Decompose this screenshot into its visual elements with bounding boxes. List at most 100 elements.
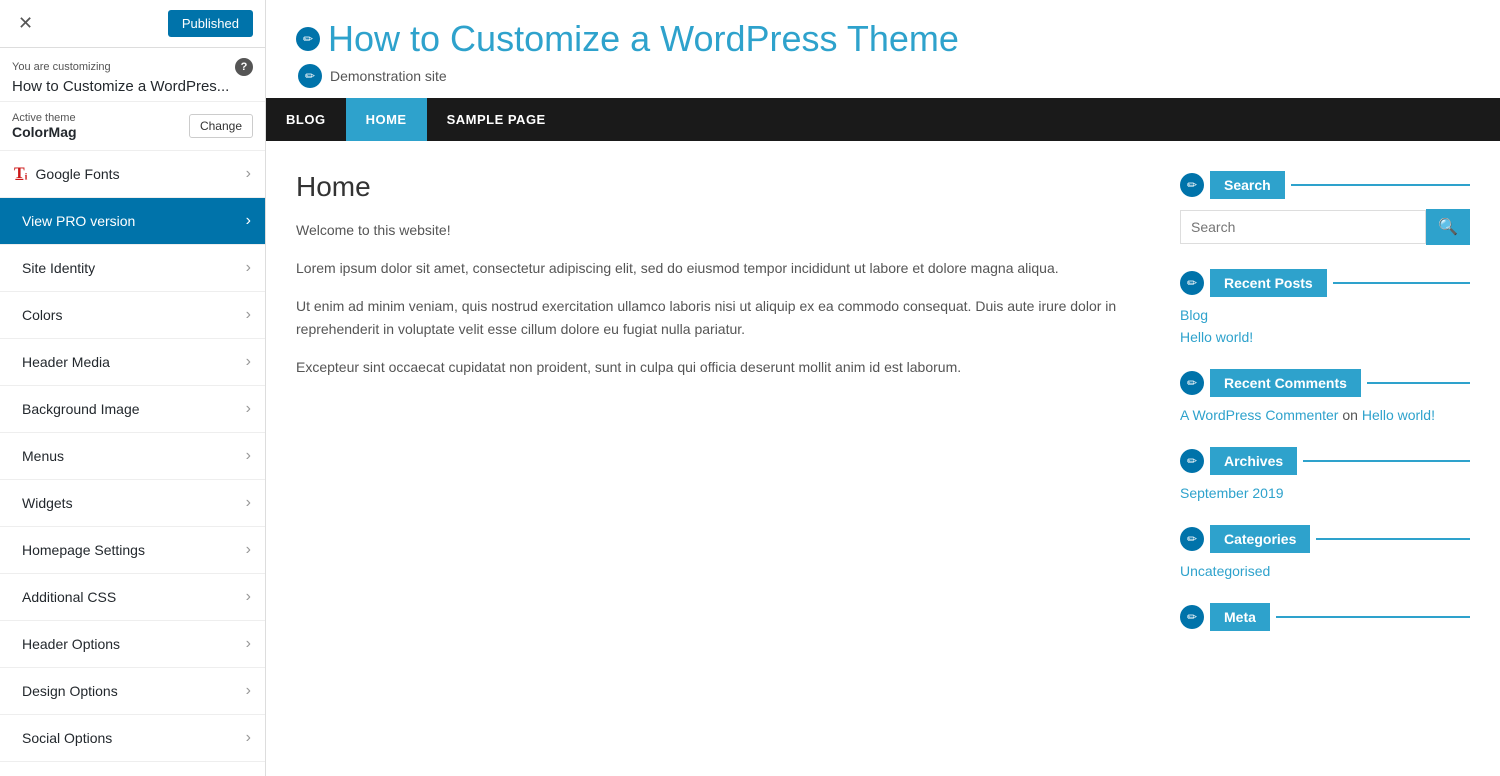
close-button[interactable]: ✕ (12, 11, 39, 36)
site-header: ✏ How to Customize a WordPress Theme ✏ D… (266, 0, 1500, 98)
search-widget-title-row: ✏ Search (1180, 171, 1470, 199)
on-text: on (1342, 407, 1361, 423)
customizer-sidebar: ✕ Published You are customizing ? How to… (0, 0, 266, 776)
sidebar-item-social-options[interactable]: Social Options› (0, 715, 265, 762)
comment-post-link[interactable]: Hello world! (1362, 407, 1435, 423)
nav-item-blog[interactable]: BLOG (266, 98, 346, 141)
chevron-right-icon: › (246, 494, 251, 512)
sidebar-item-label-design-options: Design Options (22, 683, 246, 699)
recent-posts-widget: ✏ Recent Posts Blog Hello world! (1180, 269, 1470, 345)
sidebar-item-label-homepage-settings: Homepage Settings (22, 542, 246, 558)
search-widget-edit-icon[interactable]: ✏ (1180, 173, 1204, 197)
tagline-edit-icon[interactable]: ✏ (298, 64, 322, 88)
archive-link[interactable]: September 2019 (1180, 485, 1470, 501)
active-theme-bar: Active theme ColorMag Change (0, 102, 265, 151)
archives-title: Archives (1210, 447, 1297, 475)
search-title-line (1291, 184, 1470, 186)
chevron-right-icon: › (246, 682, 251, 700)
archives-edit-icon[interactable]: ✏ (1180, 449, 1204, 473)
sidebar-item-colors[interactable]: Colors› (0, 292, 265, 339)
sidebar-item-label-background-image: Background Image (22, 401, 246, 417)
sidebar-item-header-options[interactable]: Header Options› (0, 621, 265, 668)
customizing-info: You are customizing ? How to Customize a… (0, 48, 265, 102)
sidebar-item-google-fonts[interactable]: T̲ᵢGoogle Fonts› (0, 151, 265, 198)
page-paragraphs: Welcome to this website! Lorem ipsum dolo… (296, 219, 1140, 380)
chevron-right-icon: › (246, 729, 251, 747)
site-name-display: How to Customize a WordPres... (12, 78, 253, 95)
search-widget-title: Search (1210, 171, 1285, 199)
sidebar-item-menus[interactable]: Menus› (0, 433, 265, 480)
sidebar-item-homepage-settings[interactable]: Homepage Settings› (0, 527, 265, 574)
categories-list: Uncategorised (1180, 563, 1470, 579)
sidebar-item-label-widgets: Widgets (22, 495, 246, 511)
recent-posts-title-row: ✏ Recent Posts (1180, 269, 1470, 297)
category-link[interactable]: Uncategorised (1180, 563, 1470, 579)
categories-title-row: ✏ Categories (1180, 525, 1470, 553)
recent-posts-edit-icon[interactable]: ✏ (1180, 271, 1204, 295)
categories-title-line (1316, 538, 1470, 540)
archives-list: September 2019 (1180, 485, 1470, 501)
content-wrapper: Home Welcome to this website! Lorem ipsum… (266, 141, 1500, 685)
sidebar-item-label-additional-css: Additional CSS (22, 589, 246, 605)
site-title-edit-icon[interactable]: ✏ (296, 27, 320, 51)
recent-posts-list: Blog Hello world! (1180, 307, 1470, 345)
sidebar-item-site-identity[interactable]: Site Identity› (0, 245, 265, 292)
page-paragraph: Lorem ipsum dolor sit amet, consectetur … (296, 257, 1140, 281)
recent-comments-title: Recent Comments (1210, 369, 1361, 397)
site-title: How to Customize a WordPress Theme (328, 18, 959, 60)
page-paragraph: Ut enim ad minim veniam, quis nostrud ex… (296, 295, 1140, 343)
sidebar-item-background-image[interactable]: Background Image› (0, 386, 265, 433)
sidebar-item-label-google-fonts: Google Fonts (36, 166, 246, 182)
chevron-right-icon: › (246, 447, 251, 465)
chevron-right-icon: › (246, 635, 251, 653)
menu-items-list: T̲ᵢGoogle Fonts›View PRO version›Site Id… (0, 151, 265, 776)
categories-widget: ✏ Categories Uncategorised (1180, 525, 1470, 579)
recent-comments-title-line (1367, 382, 1470, 384)
recent-comments-edit-icon[interactable]: ✏ (1180, 371, 1204, 395)
chevron-right-icon: › (246, 212, 251, 230)
site-title-row: ✏ How to Customize a WordPress Theme (296, 18, 1470, 60)
customizing-label-text: You are customizing (12, 61, 111, 73)
sidebar-item-design-options[interactable]: Design Options› (0, 668, 265, 715)
page-paragraph: Excepteur sint occaecat cupidatat non pr… (296, 356, 1140, 380)
commenter-link[interactable]: A WordPress Commenter (1180, 407, 1338, 423)
recent-comments-title-row: ✏ Recent Comments (1180, 369, 1470, 397)
search-input[interactable] (1180, 210, 1426, 244)
chevron-right-icon: › (246, 400, 251, 418)
chevron-right-icon: › (246, 165, 251, 183)
search-submit-button[interactable]: 🔍 (1426, 209, 1470, 245)
sidebar-item-view-pro[interactable]: View PRO version› (0, 198, 265, 245)
meta-edit-icon[interactable]: ✏ (1180, 605, 1204, 629)
nav-item-sample-page[interactable]: SAMPLE PAGE (427, 98, 566, 141)
meta-title: Meta (1210, 603, 1270, 631)
chevron-right-icon: › (246, 541, 251, 559)
widgets-sidebar: ✏ Search 🔍 ✏ Recent Posts Blog Hello worl… (1180, 171, 1470, 655)
help-icon[interactable]: ? (235, 58, 253, 76)
sidebar-item-additional-css[interactable]: Additional CSS› (0, 574, 265, 621)
sidebar-item-label-menus: Menus (22, 448, 246, 464)
categories-edit-icon[interactable]: ✏ (1180, 527, 1204, 551)
published-button[interactable]: Published (168, 10, 253, 37)
sidebar-item-widgets[interactable]: Widgets› (0, 480, 265, 527)
archives-title-line (1303, 460, 1470, 462)
sidebar-item-header-media[interactable]: Header Media› (0, 339, 265, 386)
chevron-right-icon: › (246, 353, 251, 371)
recent-post-link[interactable]: Blog (1180, 307, 1470, 323)
active-theme-label: Active theme (12, 112, 77, 124)
page-heading: Home (296, 171, 1140, 203)
sidebar-item-label-header-media: Header Media (22, 354, 246, 370)
sidebar-item-footer-options[interactable]: Footer Options› (0, 762, 265, 776)
search-widget-input-area: 🔍 (1180, 209, 1470, 245)
page-paragraph: Welcome to this website! (296, 219, 1140, 243)
sidebar-item-label-header-options: Header Options (22, 636, 246, 652)
main-content: Home Welcome to this website! Lorem ipsum… (296, 171, 1140, 655)
chevron-right-icon: › (246, 588, 251, 606)
theme-info: Active theme ColorMag (12, 112, 77, 140)
meta-widget: ✏ Meta (1180, 603, 1470, 631)
nav-item-home[interactable]: HOME (346, 98, 427, 141)
change-theme-button[interactable]: Change (189, 114, 253, 138)
theme-name: ColorMag (12, 124, 77, 140)
site-tagline: Demonstration site (330, 68, 447, 84)
recent-post-link[interactable]: Hello world! (1180, 329, 1470, 345)
chevron-right-icon: › (246, 259, 251, 277)
